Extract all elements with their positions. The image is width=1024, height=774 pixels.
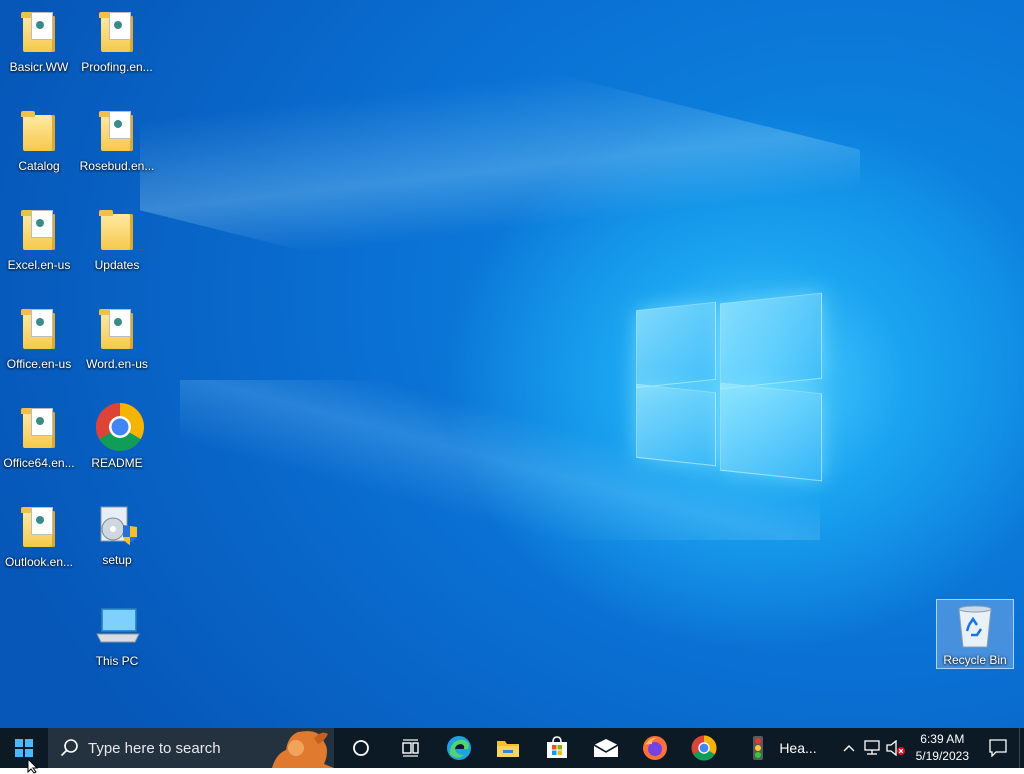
task-view-button[interactable] bbox=[385, 728, 434, 768]
windows-start-icon bbox=[15, 739, 33, 757]
icon-label: Office.en-us bbox=[6, 357, 72, 371]
search-box[interactable]: Type here to search bbox=[48, 728, 334, 768]
store-icon bbox=[546, 736, 567, 758]
folder-icon bbox=[95, 109, 139, 155]
folder-icon bbox=[17, 109, 61, 155]
desktop-icon-proofing[interactable]: Proofing.en... bbox=[79, 10, 155, 74]
desktop-icon-this-pc[interactable]: This PC bbox=[79, 604, 155, 668]
firefox-button[interactable] bbox=[630, 728, 679, 768]
desktop-icon-catalog[interactable]: Catalog bbox=[1, 109, 77, 173]
windows-logo-wallpaper bbox=[636, 290, 822, 482]
firefox-icon bbox=[642, 736, 667, 760]
icon-label: Word.en-us bbox=[86, 357, 148, 371]
computer-icon bbox=[95, 604, 140, 650]
task-view-icon bbox=[401, 739, 419, 757]
desktop-icon-readme[interactable]: README bbox=[79, 402, 155, 470]
action-center-button[interactable] bbox=[977, 728, 1019, 768]
folder-icon bbox=[95, 307, 139, 353]
desktop-icon-recycle-bin[interactable]: Recycle Bin bbox=[936, 599, 1014, 669]
weather-widget[interactable]: Hea... bbox=[734, 728, 828, 768]
recycle-bin-icon bbox=[953, 603, 997, 649]
weather-label: Hea... bbox=[779, 740, 817, 756]
volume-muted-icon bbox=[885, 740, 905, 756]
folder-icon bbox=[95, 208, 139, 254]
show-desktop-button[interactable] bbox=[1019, 728, 1024, 768]
start-button[interactable] bbox=[0, 728, 48, 768]
desktop-icon-word[interactable]: Word.en-us bbox=[79, 307, 155, 371]
show-hidden-icons-button[interactable] bbox=[838, 728, 860, 768]
store-button[interactable] bbox=[532, 728, 581, 768]
icon-label: Basicr.WW bbox=[9, 60, 69, 74]
search-placeholder: Type here to search bbox=[88, 739, 221, 757]
edge-button[interactable] bbox=[434, 728, 483, 768]
taskbar: Type here to search Hea... 6:39 AM 5/19/… bbox=[0, 728, 1024, 768]
folder-icon bbox=[95, 10, 139, 56]
desktop-icon-basicr[interactable]: Basicr.WW bbox=[1, 10, 77, 74]
icon-label: Outlook.en... bbox=[4, 555, 74, 569]
icon-label: Office64.en... bbox=[3, 456, 75, 470]
chrome-icon bbox=[95, 402, 145, 452]
clock-date: 5/19/2023 bbox=[915, 749, 969, 763]
icon-label: Proofing.en... bbox=[81, 60, 153, 74]
desktop-icon-office64[interactable]: Office64.en... bbox=[1, 406, 77, 470]
mail-icon bbox=[593, 739, 618, 757]
desktop-icon-excel[interactable]: Excel.en-us bbox=[1, 208, 77, 272]
search-highlight-illustration-icon bbox=[272, 731, 334, 768]
desktop-icon-rosebud[interactable]: Rosebud.en... bbox=[79, 109, 155, 173]
traffic-light-icon bbox=[753, 736, 764, 760]
icon-label: Updates bbox=[94, 258, 140, 272]
mouse-cursor-icon bbox=[27, 758, 39, 774]
search-icon bbox=[60, 739, 78, 757]
folder-icon bbox=[17, 208, 61, 254]
desktop-icon-outlook[interactable]: Outlook.en... bbox=[1, 505, 77, 569]
icon-label: setup bbox=[102, 553, 132, 567]
network-icon bbox=[863, 740, 880, 755]
clock-time: 6:39 AM bbox=[920, 732, 965, 746]
network-button[interactable] bbox=[860, 728, 884, 768]
chevron-up-icon bbox=[843, 745, 855, 752]
icon-label: Rosebud.en... bbox=[79, 159, 155, 173]
folder-icon bbox=[17, 406, 61, 452]
desktop-icon-setup[interactable]: setup bbox=[79, 503, 155, 567]
file-explorer-button[interactable] bbox=[483, 728, 532, 768]
icon-label: Recycle Bin bbox=[943, 653, 1007, 667]
notification-icon bbox=[989, 739, 1007, 757]
cortana-icon bbox=[352, 740, 369, 756]
cortana-button[interactable] bbox=[336, 728, 385, 768]
folder-icon bbox=[17, 505, 61, 551]
setup-icon bbox=[95, 503, 139, 549]
icon-label: Catalog bbox=[18, 159, 60, 173]
desktop: Basicr.WW Catalog Excel.en-us Office.en-… bbox=[0, 0, 1024, 728]
chrome-taskbar-button[interactable] bbox=[679, 728, 728, 768]
chrome-icon bbox=[691, 735, 716, 761]
clock[interactable]: 6:39 AM 5/19/2023 bbox=[908, 728, 977, 768]
icon-label: README bbox=[91, 456, 143, 470]
system-tray: 6:39 AM 5/19/2023 bbox=[838, 728, 1024, 768]
mail-button[interactable] bbox=[581, 728, 630, 768]
file-explorer-icon bbox=[496, 741, 519, 757]
folder-icon bbox=[17, 10, 61, 56]
icon-label: Excel.en-us bbox=[7, 258, 71, 272]
volume-button[interactable] bbox=[884, 728, 908, 768]
edge-icon bbox=[446, 736, 471, 760]
icon-label: This PC bbox=[95, 654, 139, 668]
folder-icon bbox=[17, 307, 61, 353]
desktop-icon-updates[interactable]: Updates bbox=[79, 208, 155, 272]
desktop-icon-office[interactable]: Office.en-us bbox=[1, 307, 77, 371]
